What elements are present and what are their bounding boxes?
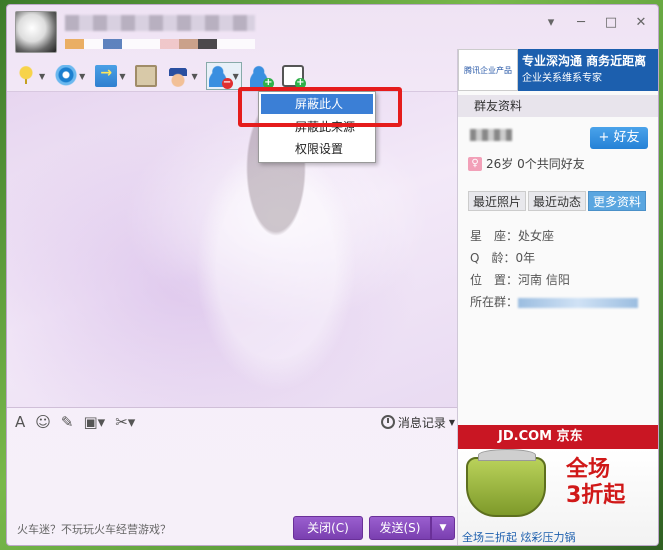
- message-input[interactable]: [7, 435, 457, 511]
- user-remove-icon: [208, 65, 233, 89]
- clock-icon: [380, 415, 395, 429]
- ad-promo-text: 全场 3折起: [566, 457, 625, 509]
- member-age-mutual: 26岁 0个共同好友: [486, 157, 585, 171]
- maximize-icon[interactable]: □: [602, 15, 620, 31]
- emoji-icon[interactable]: ☺: [35, 412, 51, 432]
- font-icon[interactable]: A: [15, 412, 25, 432]
- chevron-down-icon[interactable]: ▼: [39, 72, 45, 81]
- minimize-icon[interactable]: ─: [572, 15, 590, 31]
- create-discussion-button[interactable]: [280, 62, 306, 90]
- scissors-icon[interactable]: ✂▾: [115, 412, 135, 432]
- send-options-button[interactable]: ▼: [431, 516, 455, 540]
- menu-item-permission-settings[interactable]: 权限设置: [259, 138, 375, 160]
- chevron-down-icon[interactable]: ▼: [233, 72, 239, 81]
- add-friend-button[interactable]: + 好友: [590, 127, 648, 149]
- close-icon[interactable]: ✕: [632, 15, 650, 31]
- group-name-blurred[interactable]: [518, 297, 639, 308]
- input-toolbar: A ☺ ✎ ▣▾ ✂▾ 消息记录 ▼: [15, 411, 455, 433]
- qage-label: Q 龄：: [470, 251, 516, 265]
- top-ad-banner[interactable]: 腾讯企业产品 专业深沟通 商务近距离 企业关系维系专家: [458, 49, 658, 91]
- profile-details: 星 座：处女座 Q 龄：0年 位 置：河南 信阳 所在群：: [470, 225, 639, 313]
- message-display-area[interactable]: [7, 91, 457, 407]
- group-label: 所在群：: [470, 295, 519, 309]
- profile-tabs: 最近照片 最近动态 更多资料: [468, 191, 647, 211]
- ad-text: 专业深沟通 商务近距离 企业关系维系专家: [518, 49, 658, 91]
- qage-value: 0年: [515, 251, 536, 265]
- history-label: 消息记录: [397, 415, 446, 430]
- chevron-down-icon[interactable]: ▼: [119, 72, 125, 81]
- send-button[interactable]: 发送(S): [369, 516, 431, 540]
- window-controls: ▾ ─ □ ✕: [542, 15, 650, 31]
- block-user-button[interactable]: ▼: [205, 62, 242, 90]
- ad-brand: JD.COM 京东: [458, 425, 658, 449]
- divider: [7, 407, 457, 408]
- block-dropdown-menu: 屏蔽此人 屏蔽此来源 权限设置: [258, 91, 376, 163]
- menu-item-block-source[interactable]: 屏蔽此来源: [259, 116, 375, 138]
- police-button[interactable]: ▼: [165, 62, 199, 90]
- group-row: 所在群：: [470, 291, 639, 313]
- edit-icon[interactable]: ✎: [61, 412, 74, 432]
- contact-name-blurred: [65, 15, 255, 31]
- member-name-blurred: [470, 129, 512, 141]
- close-button[interactable]: 关闭(C): [293, 516, 363, 540]
- ad-promo-line2: 3折起: [566, 483, 626, 508]
- ad-promo-line1: 全场: [566, 457, 611, 482]
- location-row: 位 置：河南 信阳: [470, 269, 638, 291]
- constellation-row: 星 座：处女座: [470, 225, 638, 247]
- constellation-value: 处女座: [518, 229, 555, 243]
- chevron-down-icon: ▼: [448, 417, 455, 427]
- camera-icon: [55, 65, 78, 87]
- menu-item-block-person[interactable]: 屏蔽此人: [261, 94, 373, 114]
- member-summary: ♀ 26岁 0个共同好友: [468, 155, 585, 172]
- chat-toolbar: ▼ ▼ ▼ ▼ ▼: [13, 61, 306, 91]
- screen-icon: [135, 65, 158, 87]
- remote-desktop-button[interactable]: [133, 62, 159, 90]
- tab-recent-updates[interactable]: 最近动态: [528, 191, 587, 211]
- tab-recent-photos[interactable]: 最近照片: [468, 191, 527, 211]
- ad-subline: 企业关系维系专家: [522, 73, 602, 84]
- section-title: 群友资料: [458, 95, 658, 117]
- bottom-bar: 火车迷？不玩玩火车经营游戏？ 关闭(C) 发送(S) ▼: [7, 511, 457, 545]
- ad-logo: 腾讯企业产品: [458, 49, 518, 91]
- microphone-button[interactable]: ▼: [13, 62, 47, 90]
- avatar[interactable]: [15, 11, 57, 53]
- message-add-icon: [281, 65, 306, 89]
- chevron-down-icon[interactable]: ▼: [79, 72, 85, 81]
- chevron-down-icon[interactable]: ▼: [191, 72, 197, 81]
- message-history-button[interactable]: 消息记录 ▼: [380, 411, 455, 433]
- camera-button[interactable]: ▼: [53, 62, 87, 90]
- constellation-label: 星 座：: [470, 229, 519, 243]
- microphone-icon: [15, 65, 37, 87]
- qage-row: Q 龄：0年: [470, 247, 638, 269]
- pressure-cooker-image: [466, 449, 546, 517]
- tab-more-info[interactable]: 更多资料: [588, 191, 647, 211]
- add-friend-tool-button[interactable]: [248, 62, 274, 90]
- user-add-icon: [249, 65, 274, 89]
- chat-window: ▾ ─ □ ✕ ▼ ▼ ▼ ▼ ▼: [6, 4, 659, 546]
- ad-footer: 全场三折起 炫彩压力锅: [462, 531, 576, 544]
- contact-signature-blurred: [65, 39, 255, 49]
- chevron-down-icon[interactable]: ▾: [542, 15, 560, 31]
- promo-link[interactable]: 火车迷？不玩玩火车经营游戏？: [17, 521, 171, 537]
- police-icon: [167, 65, 190, 87]
- bottom-ad-banner[interactable]: JD.COM 京东 全场 3折起 全场三折起 炫彩压力锅: [458, 425, 658, 545]
- ad-body: 全场 3折起 全场三折起 炫彩压力锅: [458, 449, 658, 545]
- send-file-button[interactable]: ▼: [93, 62, 127, 90]
- folder-send-icon: [95, 65, 118, 87]
- image-icon[interactable]: ▣▾: [83, 412, 105, 432]
- profile-side-panel: 腾讯企业产品 专业深沟通 商务近距离 企业关系维系专家 群友资料 + 好友 ♀ …: [457, 49, 658, 545]
- location-label: 位 置：: [470, 273, 519, 287]
- female-icon: ♀: [468, 156, 482, 171]
- ad-headline: 专业深沟通 商务近距离: [522, 54, 647, 68]
- location-value: 河南 信阳: [518, 273, 570, 287]
